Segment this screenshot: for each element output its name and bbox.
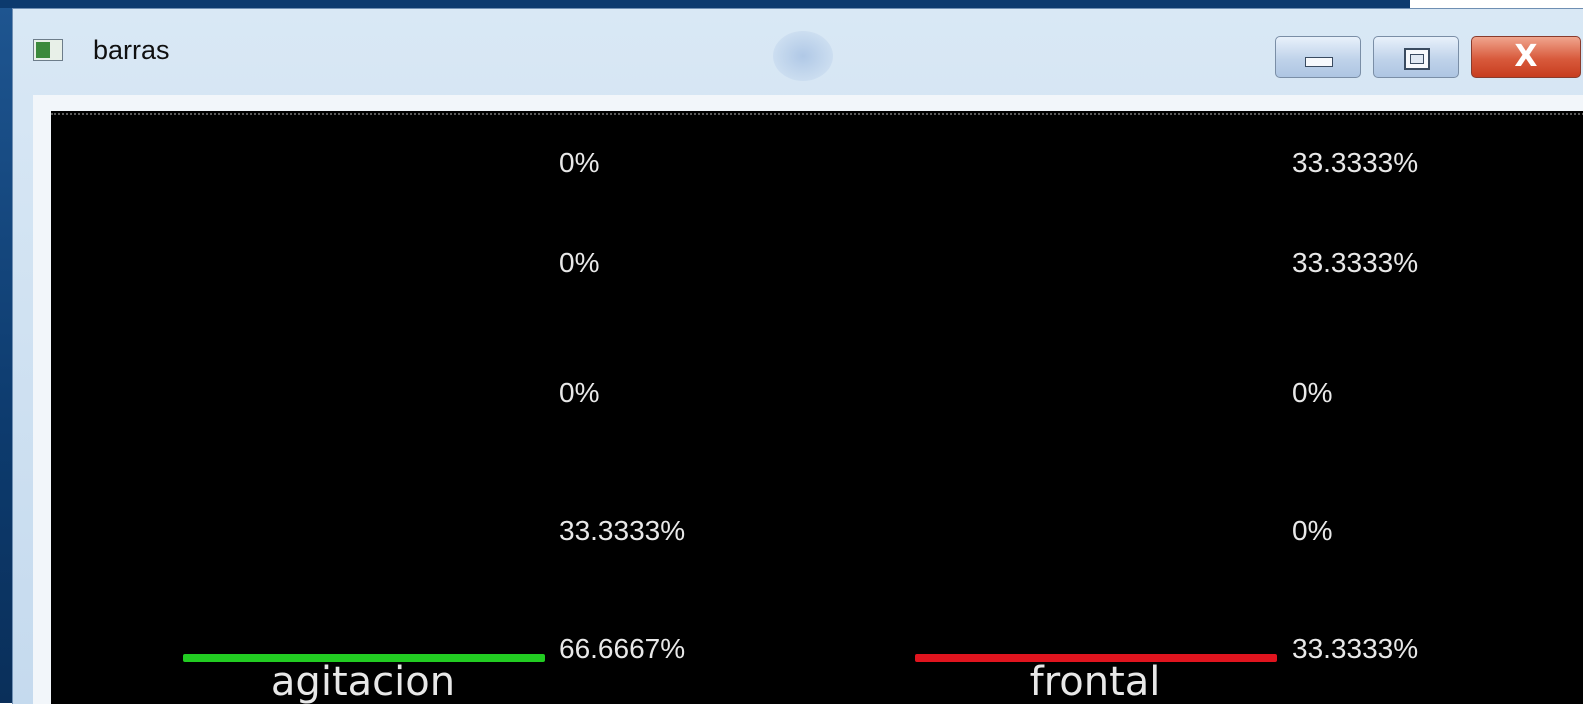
agitacion-value-1: 0% [559, 147, 600, 178]
maximize-icon [1404, 48, 1430, 70]
frontal-label: frontal [1029, 659, 1161, 705]
close-icon: X [1514, 39, 1538, 74]
frontal-value-3: 0% [1292, 377, 1333, 408]
titlebar-glow [773, 31, 833, 81]
frontal-value-1: 33.3333% [1292, 147, 1419, 178]
app-window: barras X 0% 0% 0% 33.3333% 66.6667% 33.3… [12, 8, 1583, 705]
bar-display-canvas: 0% 0% 0% 33.3333% 66.6667% 33.3333% 33.3… [51, 111, 1583, 705]
frontal-value-4: 0% [1292, 515, 1333, 546]
agitacion-value-2: 0% [559, 247, 600, 278]
desktop-top-strip-gap [1410, 0, 1583, 8]
agitacion-label: agitacion [270, 659, 456, 705]
client-frame-left [33, 95, 51, 704]
app-window-icon[interactable] [33, 39, 63, 61]
desktop-background [0, 8, 12, 703]
title-bar[interactable]: barras X [13, 9, 1583, 95]
frontal-value-5: 33.3333% [1292, 633, 1419, 664]
agitacion-value-5: 66.6667% [559, 633, 686, 664]
window-title: barras [93, 35, 170, 65]
minimize-button[interactable] [1275, 36, 1361, 78]
agitacion-value-3: 0% [559, 377, 600, 408]
close-button[interactable]: X [1471, 36, 1581, 78]
minimize-icon [1305, 57, 1333, 67]
frontal-value-2: 33.3333% [1292, 247, 1419, 278]
maximize-button[interactable] [1373, 36, 1459, 78]
client-frame-top [33, 95, 1583, 111]
desktop-top-strip [0, 0, 1583, 8]
top-dotted-line [51, 113, 1583, 119]
agitacion-value-4: 33.3333% [559, 515, 686, 546]
